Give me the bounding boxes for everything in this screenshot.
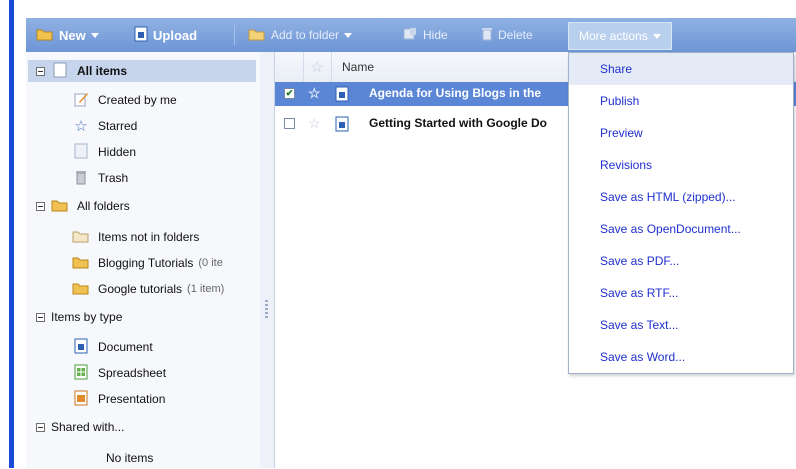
hidden-icon (72, 143, 90, 162)
menu-item-save-rtf[interactable]: Save as RTF... (569, 277, 793, 309)
menu-item-share[interactable]: Share (569, 53, 793, 85)
menu-item-preview[interactable]: Preview (569, 117, 793, 149)
pane-splitter[interactable] (260, 52, 275, 468)
trash-icon (481, 27, 493, 44)
sidebar-item-items-by-type[interactable]: Items by type (36, 306, 122, 328)
new-button[interactable]: New (36, 18, 99, 52)
hide-button-label: Hide (423, 28, 448, 42)
splitter-grip[interactable] (265, 300, 268, 320)
upload-button[interactable]: Upload (134, 18, 197, 52)
document-title[interactable]: Getting Started with Google Do (369, 116, 547, 130)
sidebar-item-all-items[interactable]: All items (28, 60, 256, 82)
sidebar-item-label: Presentation (98, 392, 166, 406)
sidebar-item-folder[interactable]: Blogging Tutorials (0 ite (72, 252, 223, 274)
menu-item-save-opendocument[interactable]: Save as OpenDocument... (569, 213, 793, 245)
sidebar-item-label: All folders (77, 199, 130, 213)
upload-button-label: Upload (153, 27, 198, 43)
more-actions-button[interactable]: More actions (568, 22, 672, 50)
add-to-folder-label: Add to folder (271, 28, 340, 42)
folder-icon (51, 198, 69, 215)
sidebar-item-label: All items (77, 64, 128, 78)
sidebar-item-starred[interactable]: ☆ Starred (72, 115, 137, 137)
star-icon[interactable]: ☆ (308, 85, 321, 102)
sidebar-item-label: Spreadsheet (98, 366, 167, 380)
menu-item-save-word[interactable]: Save as Word... (569, 341, 793, 373)
star-icon: ☆ (74, 118, 88, 135)
sidebar-item-spreadsheet[interactable]: Spreadsheet (72, 362, 166, 384)
left-accent-bar (0, 0, 14, 468)
sidebar-item-label: Created by me (98, 93, 177, 107)
menu-item-save-text[interactable]: Save as Text... (569, 309, 793, 341)
sidebar-item-label: Trash (98, 171, 129, 185)
folder-icon (36, 27, 54, 44)
sidebar-item-shared-with[interactable]: Shared with... (36, 416, 124, 438)
sidebar-item-created-by-me[interactable]: Created by me (72, 89, 177, 111)
document-title[interactable]: Agenda for Using Blogs in the (369, 86, 541, 100)
chevron-down-icon (90, 32, 99, 38)
star-icon[interactable]: ☆ (303, 52, 332, 82)
sidebar-item-not-in-folders[interactable]: Items not in folders (72, 226, 199, 248)
sidebar-item-folder[interactable]: Google tutorials (1 item) (72, 278, 224, 300)
document-icon (72, 338, 90, 357)
document-icon (134, 26, 148, 45)
trash-icon (72, 169, 90, 188)
sidebar-item-label: Document (98, 340, 153, 354)
presentation-icon (72, 390, 90, 409)
sidebar-item-hidden[interactable]: Hidden (72, 141, 136, 163)
sidebar-item-label: Starred (98, 119, 138, 133)
hide-icon (402, 27, 418, 44)
collapse-toggle[interactable] (36, 422, 45, 432)
chevron-down-icon (652, 33, 661, 39)
folder-name: Google tutorials (98, 282, 183, 296)
collapse-toggle[interactable] (36, 66, 45, 76)
more-actions-label: More actions (579, 29, 648, 43)
header-checkbox-col (275, 52, 304, 82)
sidebar-item-document[interactable]: Document (72, 336, 153, 358)
delete-button-label: Delete (498, 28, 533, 42)
no-items-text: No items (106, 451, 154, 465)
toolbar-separator (234, 25, 235, 45)
sidebar-item-label: Hidden (98, 145, 137, 159)
pencil-icon (72, 91, 90, 110)
sidebar-item-label: Shared with... (51, 420, 125, 434)
folder-icon (72, 255, 90, 272)
toolbar: New Upload Add to folder Hide Delete Mor… (26, 18, 796, 53)
folder-name: Blogging Tutorials (98, 256, 194, 270)
menu-item-revisions[interactable]: Revisions (569, 149, 793, 181)
delete-button[interactable]: Delete (481, 18, 533, 52)
folder-count: (1 item) (187, 283, 225, 295)
sidebar-item-presentation[interactable]: Presentation (72, 388, 165, 410)
folder-icon (248, 27, 266, 44)
sidebar-item-label: Items not in folders (98, 230, 200, 244)
menu-item-publish[interactable]: Publish (569, 85, 793, 117)
menu-item-save-pdf[interactable]: Save as PDF... (569, 245, 793, 277)
document-icon (335, 86, 349, 105)
sidebar: All items Created by me ☆ Starred Hidden… (26, 52, 261, 468)
sidebar-item-trash[interactable]: Trash (72, 167, 128, 189)
name-column-header[interactable]: Name (342, 52, 374, 82)
row-checkbox[interactable] (284, 118, 295, 129)
add-to-folder-button[interactable]: Add to folder (248, 18, 353, 52)
folder-icon (72, 281, 90, 298)
document-icon (51, 62, 69, 81)
folder-count: (0 ite (198, 257, 223, 269)
sidebar-item-all-folders[interactable]: All folders (36, 195, 130, 217)
collapse-toggle[interactable] (36, 201, 45, 211)
hide-button[interactable]: Hide (402, 18, 448, 52)
sidebar-item-label: Items by type (51, 310, 123, 324)
sidebar-item-no-items: No items (106, 447, 153, 469)
menu-item-save-html[interactable]: Save as HTML (zipped)... (569, 181, 793, 213)
collapse-toggle[interactable] (36, 312, 45, 322)
star-icon[interactable]: ☆ (308, 115, 321, 132)
document-icon (335, 116, 349, 135)
more-actions-menu: Share Publish Preview Revisions Save as … (568, 52, 794, 374)
new-button-label: New (59, 27, 86, 43)
chevron-down-icon (344, 32, 353, 38)
spreadsheet-icon (72, 364, 90, 383)
document-icon (72, 229, 90, 246)
row-checkbox[interactable]: ✔ (284, 88, 295, 99)
